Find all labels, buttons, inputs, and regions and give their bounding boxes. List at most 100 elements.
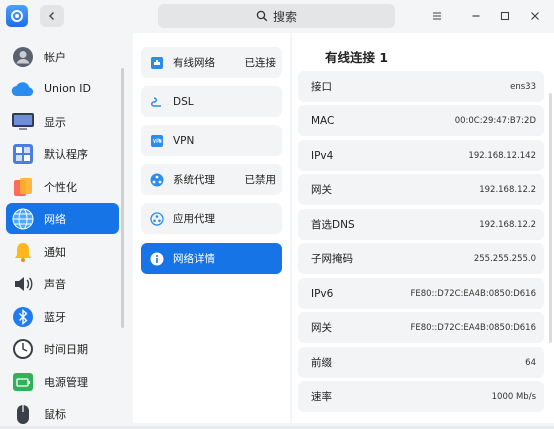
detail-row-interface: 接口 ens33 [298,71,544,102]
detail-label: 子网掩码 [311,253,353,265]
detail-value: 64 [525,357,536,368]
control-center-window: 搜索 帐户 Union ID 显示 默认程序 个性化 网络 通知 声音 蓝牙 时… [0,0,554,426]
sidebar-item-label: Union ID [44,82,91,95]
detail-value: 00:0C:29:47:B7:2D [454,115,536,126]
detail-value: 255.255.255.0 [473,253,536,264]
detail-label: 网关 [311,184,332,196]
detail-value: FE80::D72C:EA4B:0850:D616 [410,322,536,333]
dsl-icon [149,94,165,110]
sidebar-item-label: 通知 [44,245,66,259]
detail-row-ipv6-gateway: 网关 FE80::D72C:EA4B:0850:D616 [298,312,544,343]
sidebar-item-label: 鼠标 [44,407,66,421]
detail-row-dns: 首选DNS 192.168.12.2 [298,209,544,240]
settings-app-icon [6,5,28,27]
personalization-icon [11,175,35,199]
chevron-left-icon [49,12,54,20]
sidebar-item-union-id[interactable]: Union ID [6,73,119,104]
detail-value: ens33 [510,81,536,92]
sidebar-item-personalization[interactable]: 个性化 [6,171,119,202]
sidebar-item-label: 帐户 [44,50,66,64]
sidebar-item-label: 时间日期 [44,342,88,356]
search-label: 搜索 [272,9,297,24]
mouse-icon [11,402,35,426]
detail-row-prefix: 前缀 64 [298,347,544,378]
detail-row-speed: 速率 1000 Mb/s [298,381,544,412]
speaker-icon [11,272,35,296]
sidebar-item-label: 声音 [44,277,66,291]
network-item-status: 已连接 [244,57,277,69]
sidebar-item-sound[interactable]: 声音 [6,268,119,299]
network-item-wired[interactable]: 有线网络 已连接 [141,47,282,78]
bluetooth-icon [11,305,35,329]
detail-label: MAC [311,114,335,127]
minimize-icon [472,15,480,17]
network-item-label: 有线网络 [173,57,215,69]
detail-row-netmask: 子网掩码 255.255.255.0 [298,243,544,274]
network-details-panel: 有线连接 1 接口 ens33 MAC 00:0C:29:47:B7:2D IP… [292,33,554,423]
detail-label: 网关 [311,322,332,334]
close-button[interactable] [525,6,545,26]
connection-title: 有线连接 1 [325,50,389,65]
network-item-vpn[interactable]: VPN [141,125,282,156]
detail-value: 1000 Mb/s [491,391,536,402]
close-icon [531,12,539,20]
sidebar-item-notifications[interactable]: 通知 [6,236,119,267]
network-item-dsl[interactable]: DSL [141,86,282,117]
info-icon [149,251,165,267]
detail-label: 接口 [311,81,332,93]
network-item-label: VPN [173,134,195,147]
detail-row-mac: MAC 00:0C:29:47:B7:2D [298,105,544,136]
minimize-button[interactable] [466,6,486,26]
menu-button[interactable] [427,6,447,26]
system-proxy-icon [149,172,165,188]
battery-icon [11,370,35,394]
maximize-button[interactable] [495,6,515,26]
detail-value: 192.168.12.2 [479,184,536,195]
sidebar-item-power[interactable]: 电源管理 [6,366,119,397]
cloud-icon [11,77,35,101]
detail-label: IPv4 [311,149,334,162]
back-button[interactable] [40,5,64,27]
detail-label: 首选DNS [311,219,355,231]
sidebar-item-account[interactable]: 帐户 [6,41,119,72]
display-icon [11,110,35,134]
network-globe-icon [11,207,35,231]
sidebar-item-bluetooth[interactable]: 蓝牙 [6,301,119,332]
sidebar: 帐户 Union ID 显示 默认程序 个性化 网络 通知 声音 蓝牙 时间日期… [0,32,126,426]
network-item-status: 已禁用 [244,174,277,186]
network-item-system-proxy[interactable]: 系统代理 已禁用 [141,164,282,195]
menu-icon [433,12,441,20]
detail-label: 前缀 [311,357,332,369]
title-bar: 搜索 [0,0,554,32]
network-item-label: DSL [173,95,194,108]
network-item-label: 应用代理 [173,213,215,225]
sidebar-item-label: 蓝牙 [44,310,66,324]
sidebar-item-mouse[interactable]: 鼠标 [6,398,119,429]
network-category-panel: 有线网络 已连接 DSL VPN 系统代理 已禁用 应用代理 网络详情 [133,33,290,423]
network-item-label: 系统代理 [173,174,215,186]
sidebar-item-display[interactable]: 显示 [6,106,119,137]
detail-row-gateway: 网关 192.168.12.2 [298,174,544,205]
sidebar-item-label: 个性化 [44,180,77,194]
detail-row-ipv6: IPv6 FE80::D72C:EA4B:0850:D616 [298,278,544,309]
clock-icon [11,337,35,361]
network-item-app-proxy[interactable]: 应用代理 [141,203,282,234]
detail-value: 192.168.12.142 [468,150,536,161]
vpn-icon [149,133,165,149]
sidebar-scrollbar[interactable] [121,68,124,328]
sidebar-item-label: 电源管理 [44,375,88,389]
sidebar-item-network[interactable]: 网络 [6,203,119,234]
sidebar-item-default-apps[interactable]: 默认程序 [6,138,119,169]
network-item-label: 网络详情 [173,253,215,265]
account-icon [11,45,35,69]
detail-label: IPv6 [311,287,334,300]
detail-row-ipv4: IPv4 192.168.12.142 [298,140,544,171]
app-proxy-icon [149,211,165,227]
wired-icon [149,55,165,71]
network-item-details[interactable]: 网络详情 [141,243,282,274]
sidebar-item-label: 显示 [44,115,66,129]
detail-value: 192.168.12.2 [479,219,536,230]
details-scrollbar[interactable] [549,93,552,343]
sidebar-item-datetime[interactable]: 时间日期 [6,333,119,364]
search-input[interactable]: 搜索 [158,4,395,28]
